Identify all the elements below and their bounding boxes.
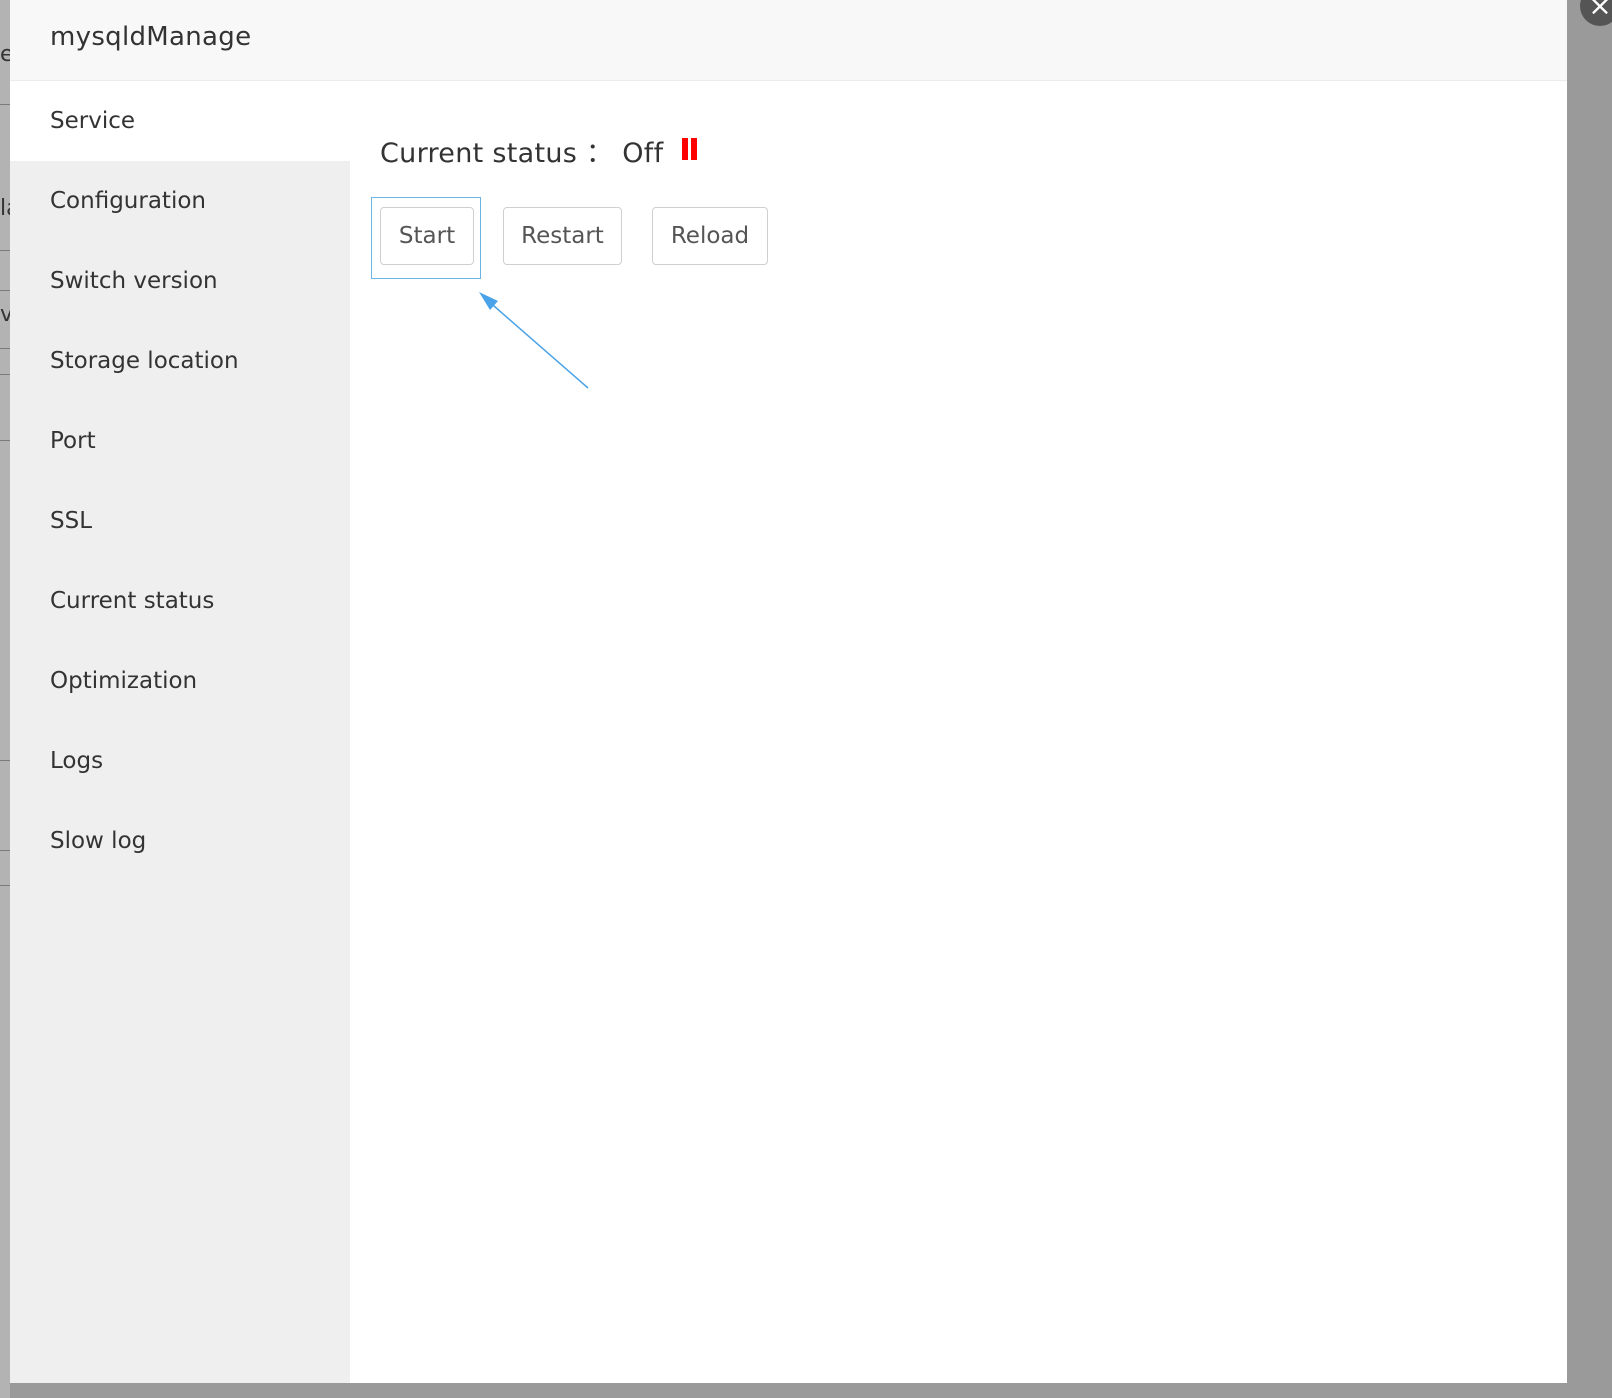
sidebar-item-logs[interactable]: Logs — [10, 721, 350, 801]
background-text-fragment: e — [0, 44, 10, 66]
background-divider — [0, 760, 10, 761]
background-text-fragment: la — [0, 198, 10, 220]
start-button[interactable]: Start — [380, 207, 474, 265]
background-page-edge: e la v — [0, 0, 10, 1398]
sidebar-item-storage-location[interactable]: Storage location — [10, 321, 350, 401]
sidebar-item-port[interactable]: Port — [10, 401, 350, 481]
sidebar-item-switch-version[interactable]: Switch version — [10, 241, 350, 321]
dialog-header: mysqldManage — [10, 0, 1567, 81]
background-divider — [0, 440, 10, 441]
status-separator: ： — [586, 138, 614, 169]
sidebar-item-service[interactable]: Service — [10, 81, 350, 161]
dialog-title: mysqldManage — [50, 22, 252, 52]
background-divider — [0, 290, 10, 291]
background-divider — [0, 250, 10, 251]
mysqld-manage-dialog: mysqldManage Service Configuration Switc… — [10, 0, 1567, 1383]
background-divider — [0, 850, 10, 851]
sidebar-item-optimization[interactable]: Optimization — [10, 641, 350, 721]
service-panel: Current status ： Off Start Restart Reloa… — [350, 81, 1567, 1383]
status-value: Off — [622, 138, 664, 169]
sidebar-item-ssl[interactable]: SSL — [10, 481, 350, 561]
restart-button[interactable]: Restart — [503, 207, 622, 265]
sidebar-item-current-status[interactable]: Current status — [10, 561, 350, 641]
background-text-fragment: v — [0, 304, 10, 326]
background-divider — [0, 374, 10, 375]
pause-icon — [682, 136, 700, 167]
annotation-arrow — [479, 292, 589, 389]
status-label: Current status — [380, 138, 578, 169]
background-divider — [0, 348, 10, 349]
background-divider — [0, 104, 10, 105]
sidebar-item-slow-log[interactable]: Slow log — [10, 801, 350, 881]
background-divider — [0, 885, 10, 886]
sidebar-item-configuration[interactable]: Configuration — [10, 161, 350, 241]
settings-sidebar: Service Configuration Switch version Sto… — [10, 81, 350, 1383]
reload-button[interactable]: Reload — [652, 207, 768, 265]
service-status: Current status ： Off — [380, 131, 700, 170]
